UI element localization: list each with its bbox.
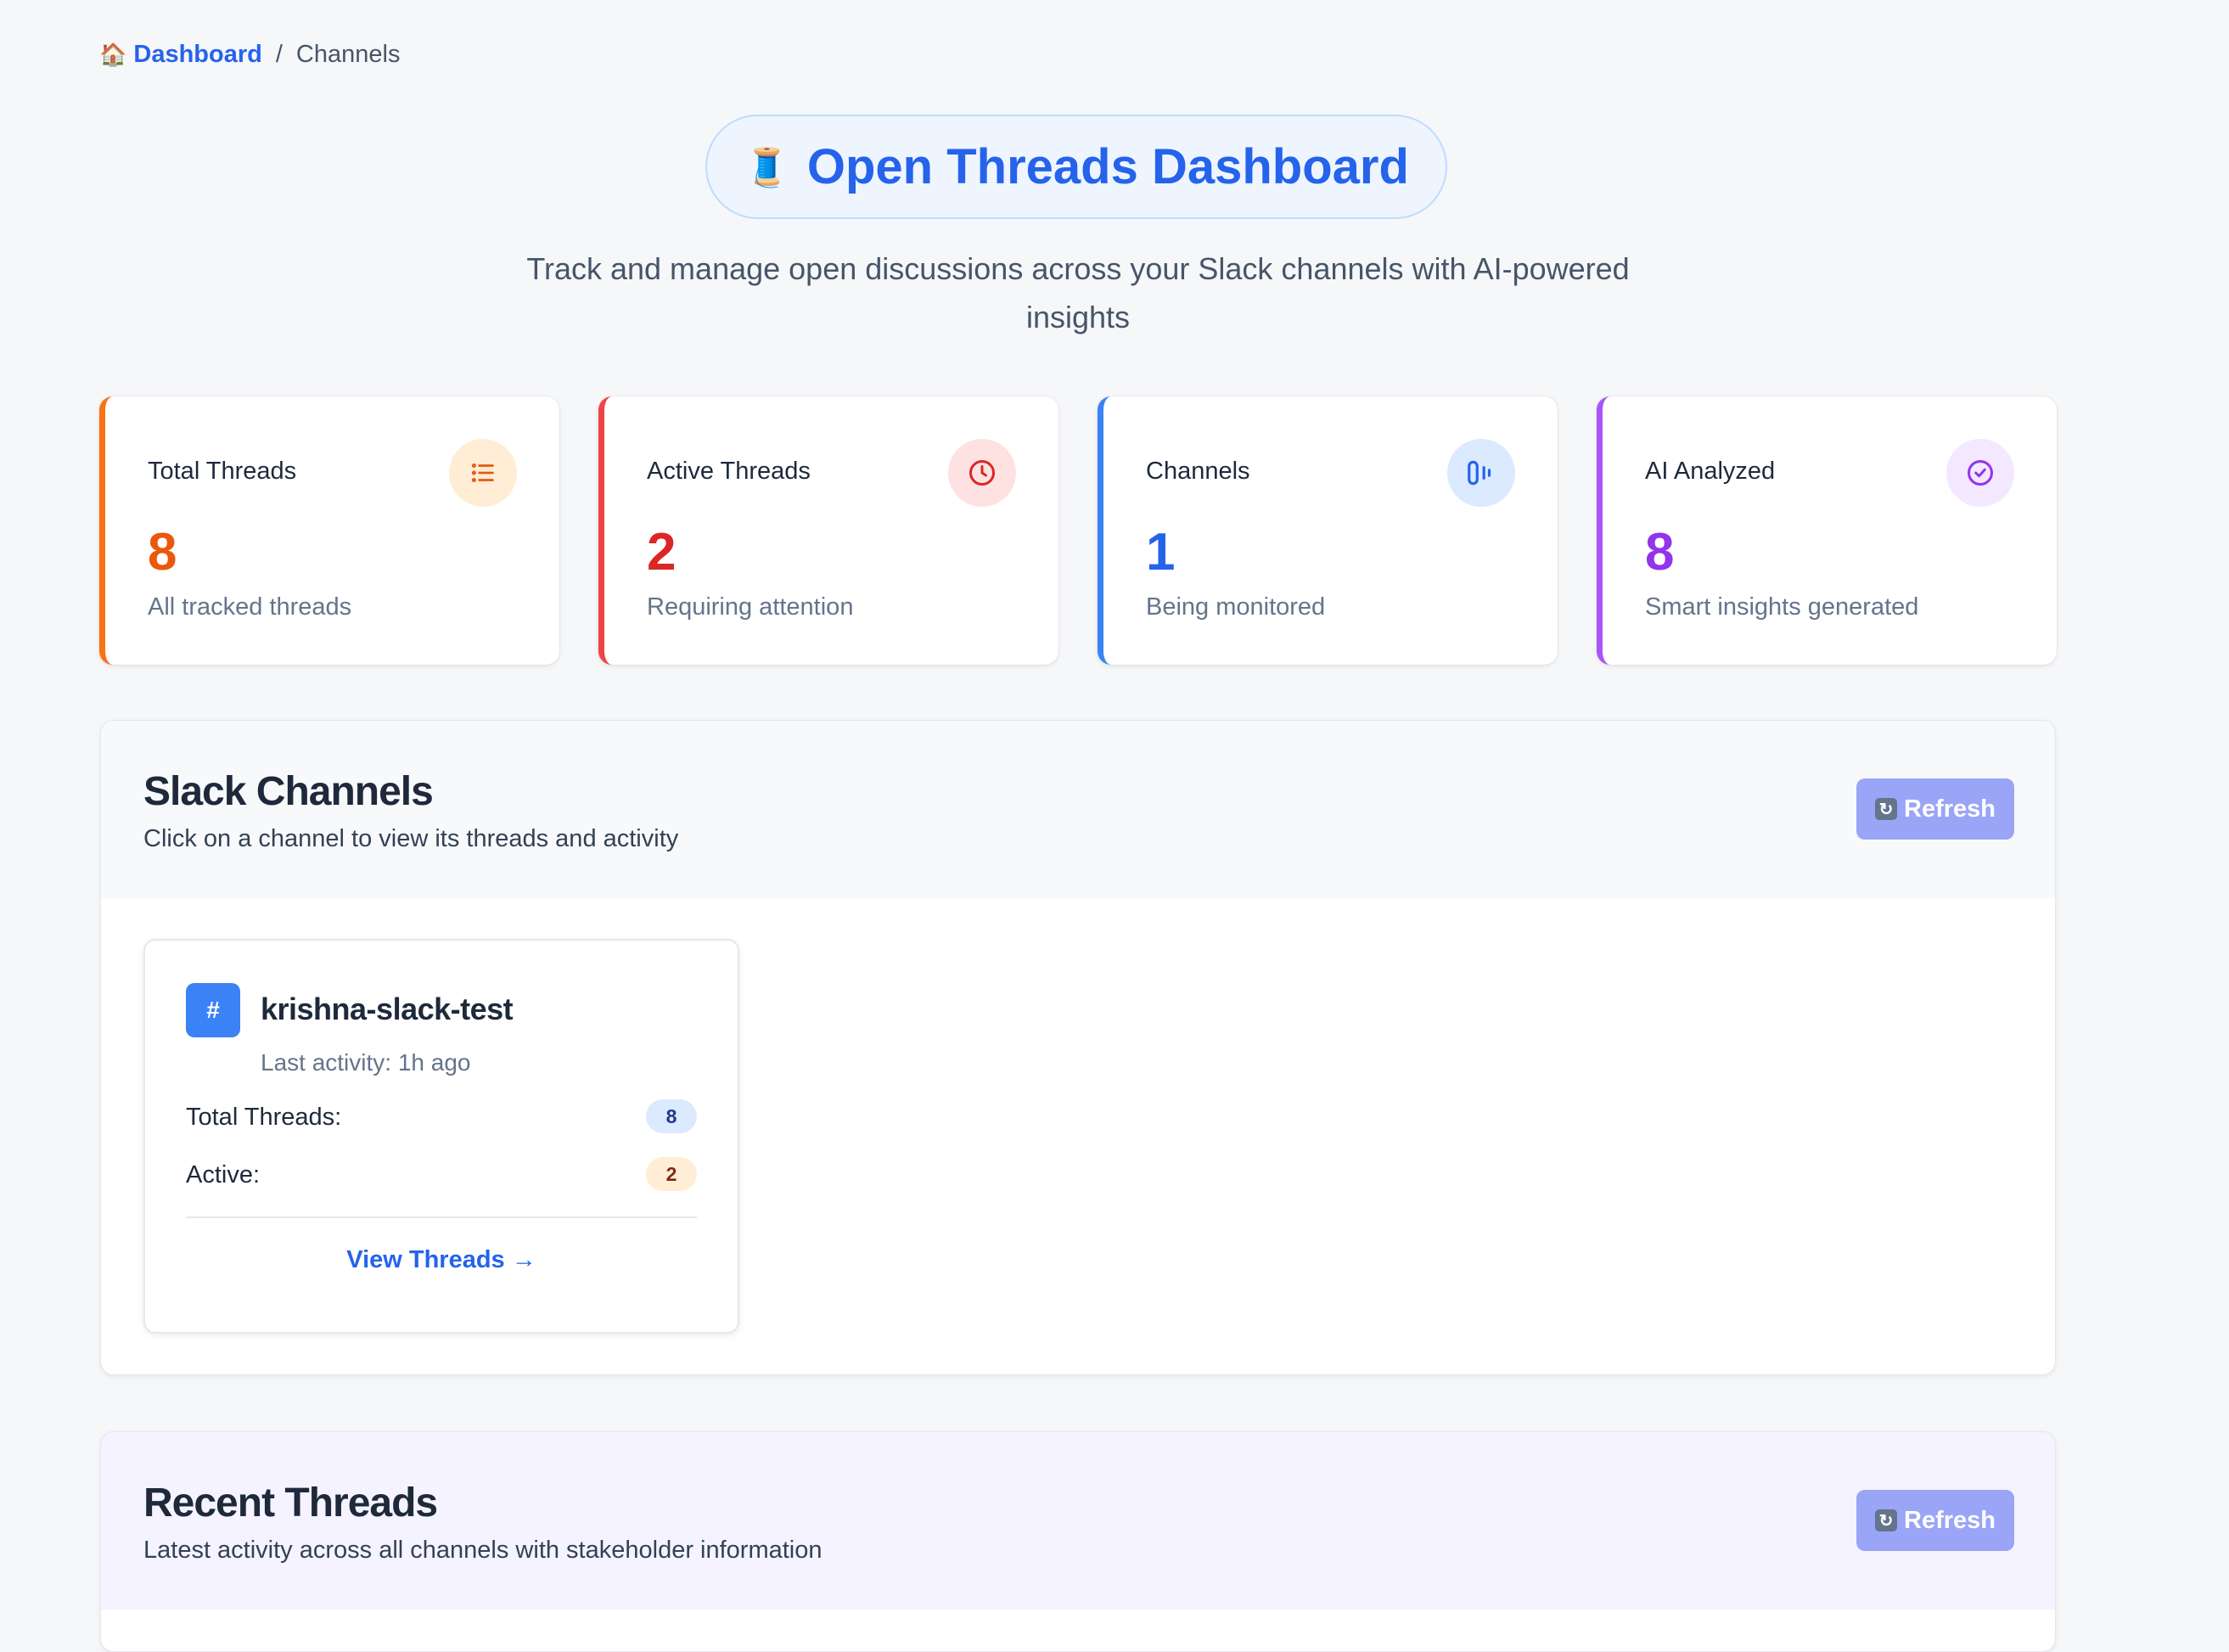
channel-last-activity: Last activity: 1h ago [261,1049,471,1076]
hash-icon: # [186,983,240,1037]
section-description: Latest activity across all channels with… [143,1537,823,1564]
section-title: Recent Threads [143,1481,438,1526]
clock-icon [948,439,1016,507]
stat-card-channels: Channels 1 Being monitored [1098,396,1558,665]
channel-name: krishna-slack-test [261,992,514,1026]
breadcrumb-dashboard-link[interactable]: Dashboard [133,41,261,69]
active-threads-badge: 2 [646,1157,697,1191]
refresh-channels-button[interactable]: ↻ Refresh [1856,778,2014,840]
refresh-label: Refresh [1904,795,1996,823]
page-title: Open Threads Dashboard [806,139,1409,194]
breadcrumb-current: Channels [295,41,401,68]
section-description: Click on a channel to view its threads a… [143,825,679,852]
list-icon [449,439,517,507]
channel-card[interactable]: # krishna-slack-test Last activity: 1h a… [143,939,739,1334]
section-title: Slack Channels [143,769,434,814]
stat-caption: Smart insights generated [1645,593,1919,621]
stat-card-active-threads: Active Threads 2 Requiring attention [598,396,1058,665]
stat-value: 1 [1146,523,1176,582]
signal-icon [1447,439,1515,507]
breadcrumb-separator: / [275,41,283,68]
refresh-label: Refresh [1904,1506,1996,1534]
check-circle-icon [1946,439,2014,507]
slack-channels-section: Slack Channels Click on a channel to vie… [100,720,2056,1375]
stat-card-ai-analyzed: AI Analyzed 8 Smart insights generated [1597,396,2057,665]
divider [186,1217,697,1218]
total-threads-label: Total Threads: [186,1104,342,1131]
refresh-icon: ↻ [1875,1509,1897,1531]
stat-value: 8 [148,523,177,582]
stat-card-total-threads: Total Threads 8 All tracked threads [99,396,559,665]
stat-caption: Requiring attention [647,593,854,621]
stat-label: Channels [1146,458,1250,485]
breadcrumb: 🏠 Dashboard / Channels [99,41,400,69]
page-title-pill: 🧵 Open Threads Dashboard [705,115,1447,219]
recent-threads-section: Recent Threads Latest activity across al… [100,1431,2056,1652]
page-subtitle: Track and manage open discussions across… [526,251,1630,334]
stat-caption: All tracked threads [148,593,352,621]
stat-label: AI Analyzed [1645,458,1776,485]
section-header: Slack Channels Click on a channel to vie… [101,721,2055,898]
active-threads-label: Active: [186,1161,261,1188]
stat-caption: Being monitored [1146,593,1326,621]
total-threads-badge: 8 [646,1099,697,1133]
stat-value: 2 [647,523,677,582]
stat-label: Total Threads [148,458,297,485]
house-icon: 🏠 [99,42,127,67]
stat-label: Active Threads [647,458,811,485]
refresh-threads-button[interactable]: ↻ Refresh [1856,1490,2014,1551]
stat-value: 8 [1645,523,1675,582]
spool-of-thread-icon: 🧵 [744,146,790,188]
view-threads-link[interactable]: View Threads → [145,1246,738,1274]
refresh-icon: ↻ [1875,798,1897,820]
section-header: Recent Threads Latest activity across al… [101,1432,2055,1610]
